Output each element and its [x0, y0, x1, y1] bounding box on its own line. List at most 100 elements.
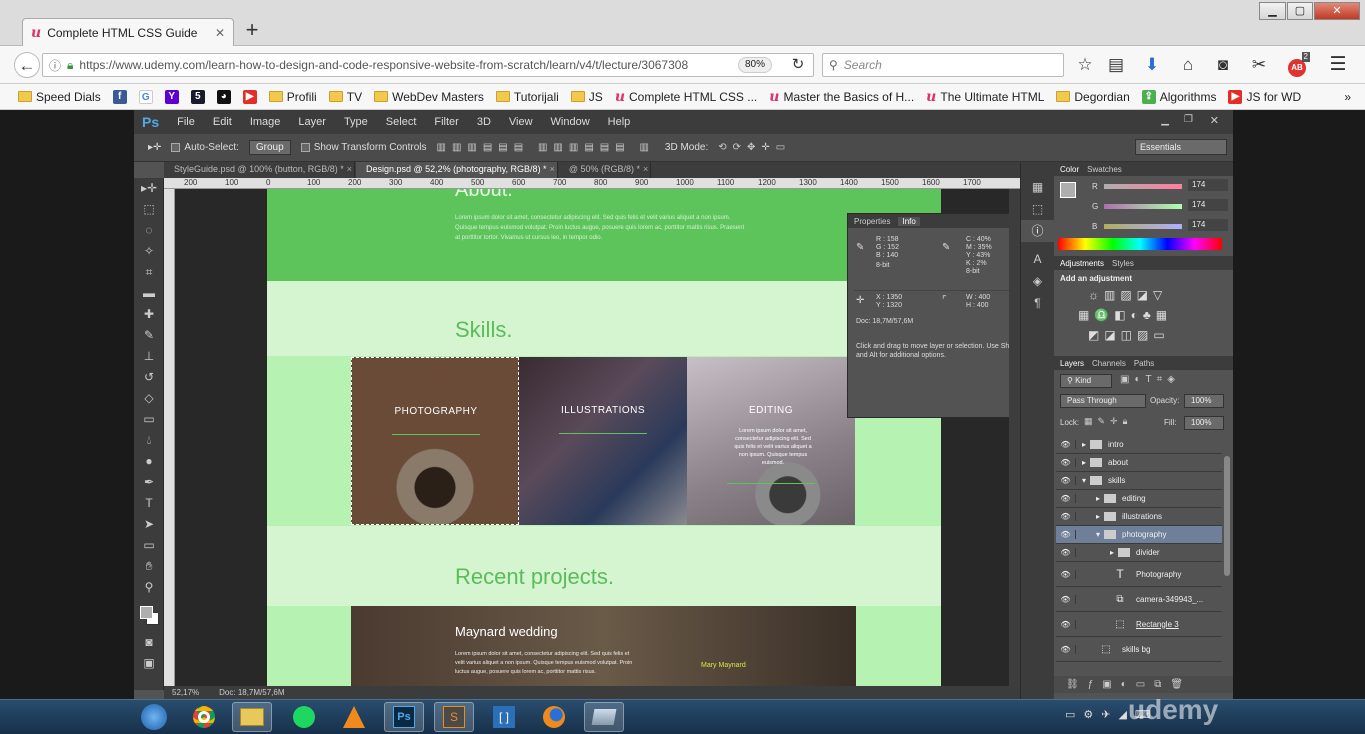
ps-menu-edit[interactable]: Edit: [213, 116, 232, 128]
minimize-button[interactable]: ▁: [1259, 2, 1286, 20]
chevron-right-icon[interactable]: ▸: [1082, 440, 1086, 449]
visibility-eye-icon[interactable]: 👁︎: [1056, 458, 1076, 467]
tab-swatches[interactable]: Swatches: [1087, 165, 1122, 174]
bookmark-item[interactable]: ◕: [216, 89, 231, 104]
maximize-button[interactable]: ▢: [1287, 2, 1313, 20]
close-document-icon[interactable]: ×: [643, 162, 652, 178]
paragraph-icon[interactable]: ¶: [1021, 292, 1054, 314]
align-icons[interactable]: ▥▥▥▤▤▤ ▥▥▥▤▤▤ ▥: [437, 142, 655, 153]
visibility-eye-icon[interactable]: 👁︎: [1056, 530, 1076, 539]
chevron-right-icon[interactable]: ▸: [1096, 512, 1100, 521]
tab-layers[interactable]: Layers: [1060, 359, 1084, 368]
ps-close-icon[interactable]: ✕: [1210, 114, 1219, 127]
bookmark-item[interactable]: u The Ultimate HTML: [926, 89, 1044, 105]
file-explorer-icon[interactable]: [232, 702, 272, 732]
bookmark-item[interactable]: Y: [164, 89, 179, 104]
layer-row[interactable]: 👁︎ ⬚ Rectangle 3: [1056, 612, 1222, 637]
chevron-right-icon[interactable]: ▸: [1082, 458, 1086, 467]
visibility-eye-icon[interactable]: 👁︎: [1056, 476, 1076, 485]
sublime-text-icon[interactable]: S: [434, 702, 474, 732]
bookmark-item[interactable]: u Master the Basics of H...: [769, 89, 914, 105]
stamp-tool-icon[interactable]: ⊥: [134, 346, 164, 367]
visibility-eye-icon[interactable]: 👁︎: [1056, 619, 1076, 629]
foreground-swatch[interactable]: [1060, 182, 1076, 198]
b-value[interactable]: 174: [1188, 219, 1228, 231]
ps-menu-type[interactable]: Type: [344, 116, 368, 128]
reading-list-icon[interactable]: ▤: [1103, 52, 1129, 78]
bookmark-item[interactable]: G: [138, 89, 153, 104]
tab-styles[interactable]: Styles: [1112, 259, 1134, 268]
visibility-eye-icon[interactable]: 👁︎: [1056, 548, 1076, 557]
skill-tile-editing[interactable]: EDITING Lorem ipsum dolor sit amet, cons…: [687, 357, 855, 525]
character-icon[interactable]: A: [1021, 248, 1054, 270]
3d-icon[interactable]: ◈: [1021, 270, 1054, 292]
ps-minimize-icon[interactable]: ▁: [1161, 115, 1169, 126]
bookmark-item[interactable]: Speed Dials: [18, 90, 101, 104]
skill-tile-illustrations[interactable]: ILLUSTRATIONS: [519, 357, 687, 525]
opacity-input[interactable]: 100%: [1184, 394, 1224, 408]
blend-mode-dropdown[interactable]: Pass Through: [1060, 394, 1146, 408]
auto-select-dropdown[interactable]: Group: [248, 140, 291, 155]
document-tab[interactable]: StyleGuide.psd @ 100% (button, RGB/8) *: [164, 162, 355, 178]
pocket-icon[interactable]: ◙: [1210, 52, 1236, 78]
visibility-eye-icon[interactable]: 👁︎: [1056, 569, 1076, 579]
adblock-icon[interactable]: AB 2: [1284, 52, 1310, 78]
status-zoom[interactable]: 52,17%: [172, 688, 199, 697]
history-icon[interactable]: ▦: [1021, 176, 1054, 198]
history-brush-tool-icon[interactable]: ↺: [134, 367, 164, 388]
chevron-down-icon[interactable]: ▾: [1082, 476, 1086, 485]
bookmark-item[interactable]: Tutorijali: [495, 90, 559, 104]
adjustment-icons-row2[interactable]: ▦♎◧◐♣▦: [1078, 308, 1172, 322]
shape-tool-icon[interactable]: ▭: [134, 535, 164, 556]
fill-input[interactable]: 100%: [1184, 416, 1224, 430]
browser-tab-active[interactable]: u Complete HTML CSS Guide ✕: [22, 18, 234, 46]
url-bar[interactable]: ⓘ 🔒︎ https://www.udemy.com/learn-how-to-…: [42, 53, 814, 77]
info-icon[interactable]: ⓘ: [49, 57, 61, 74]
downloads-icon[interactable]: ⬇: [1139, 52, 1165, 78]
menu-hamburger-icon[interactable]: ☰: [1325, 52, 1351, 78]
chrome-icon[interactable]: [184, 702, 224, 732]
bookmark-item[interactable]: f: [112, 89, 127, 104]
chevron-right-icon[interactable]: ▸: [1096, 494, 1100, 503]
document-tab[interactable]: @ 50% (RGB/8) *: [559, 162, 651, 178]
bookmark-item[interactable]: ⇪ Algorithms: [1141, 89, 1216, 104]
bookmark-item[interactable]: Degordian: [1056, 90, 1130, 104]
back-button[interactable]: ←: [14, 52, 40, 78]
layers-scrollbar[interactable]: [1224, 456, 1230, 576]
color-spectrum[interactable]: [1058, 238, 1222, 250]
layer-row[interactable]: 👁︎ ▾ skills: [1056, 472, 1222, 490]
bookmark-item[interactable]: u Complete HTML CSS ...: [615, 89, 757, 105]
screen-mode-icon[interactable]: ▣: [134, 653, 164, 674]
tab-adjustments[interactable]: Adjustments: [1060, 259, 1104, 268]
lock-icons[interactable]: ▦✎✛🔒︎: [1084, 416, 1132, 427]
tab-properties[interactable]: Properties: [854, 217, 890, 226]
close-window-button[interactable]: ✕: [1314, 2, 1360, 20]
path-select-tool-icon[interactable]: ➤: [134, 514, 164, 535]
g-slider[interactable]: [1104, 204, 1182, 209]
visibility-eye-icon[interactable]: 👁︎: [1056, 644, 1076, 654]
bookmark-item[interactable]: Profili: [268, 90, 317, 104]
eraser-tool-icon[interactable]: ◇: [134, 388, 164, 409]
document-tab[interactable]: Design.psd @ 52,2% (photography, RGB/8) …: [356, 162, 558, 178]
auto-select-checkbox[interactable]: [171, 143, 181, 152]
bookmark-item[interactable]: ▶: [242, 89, 257, 104]
visibility-eye-icon[interactable]: 👁︎: [1056, 494, 1076, 503]
tab-paths[interactable]: Paths: [1134, 359, 1154, 368]
layer-row[interactable]: 👁︎ ▸ divider: [1056, 544, 1222, 562]
reload-icon[interactable]: ↻: [785, 52, 811, 78]
marquee-tool-icon[interactable]: ⬚: [134, 199, 164, 220]
brackets-icon[interactable]: [ ]: [484, 702, 524, 732]
gradient-tool-icon[interactable]: ▭: [134, 409, 164, 430]
g-value[interactable]: 174: [1188, 199, 1228, 211]
healing-tool-icon[interactable]: ✚: [134, 304, 164, 325]
close-document-icon[interactable]: ×: [347, 162, 356, 178]
tab-color[interactable]: Color: [1060, 165, 1079, 174]
close-tab-icon[interactable]: ✕: [215, 26, 225, 40]
layers-footer-icons[interactable]: ⛓ƒ▣◐▭⧉🗑︎: [1054, 676, 1233, 693]
info-panel-icon[interactable]: ⓘ: [1021, 220, 1054, 242]
navigator-icon[interactable]: ⬚: [1021, 198, 1054, 220]
layer-row[interactable]: 👁︎ ▸ editing: [1056, 490, 1222, 508]
photoshop-icon[interactable]: Ps: [384, 702, 424, 732]
ps-menu-select[interactable]: Select: [386, 116, 417, 128]
ps-menu-file[interactable]: File: [177, 116, 195, 128]
